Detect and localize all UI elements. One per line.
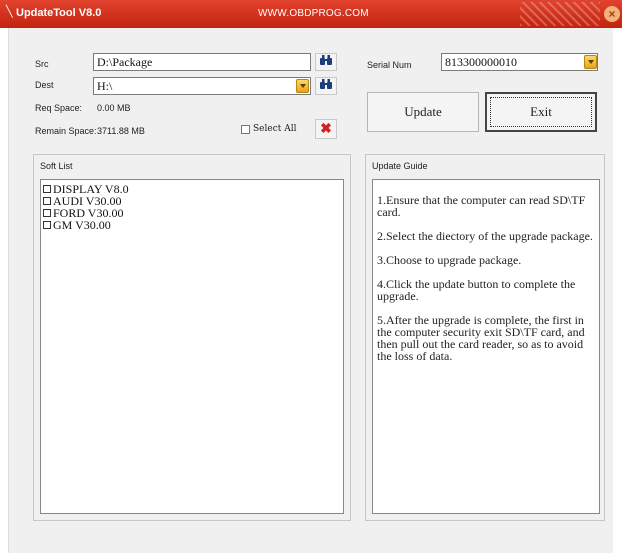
guide-step: 3.Choose to upgrade package. <box>377 253 522 267</box>
dest-label: Dest <box>35 80 54 90</box>
guide-step: 5.After the upgrade is complete, the fir… <box>377 313 585 363</box>
list-item-label: GM V30.00 <box>53 218 111 232</box>
src-label: Src <box>35 59 49 69</box>
serial-num-value: 813300000010 <box>445 55 517 69</box>
titlebar-decoration <box>520 2 600 26</box>
list-item-checkbox[interactable] <box>43 209 51 217</box>
client-area: Src D:\Package Dest H:\ Req Space: 0.00 … <box>8 28 613 553</box>
update-guide-panel: Update Guide 1.Ensure that the computer … <box>365 154 605 521</box>
list-item-checkbox[interactable] <box>43 221 51 229</box>
update-tool-window: ╲ UpdateTool V8.0 WWW.OBDPROG.COM × Src … <box>0 0 622 553</box>
window-title: UpdateTool V8.0 <box>16 7 102 19</box>
red-x-icon: ✖ <box>320 120 332 136</box>
soft-list-panel: Soft List DISPLAY V8.0 AUDI V30.00 FORD … <box>33 154 351 521</box>
select-all-label[interactable]: Select All <box>253 124 296 134</box>
close-button[interactable]: × <box>604 6 620 22</box>
serial-num-label: Serial Num <box>367 60 412 70</box>
clear-button[interactable]: ✖ <box>315 119 337 139</box>
guide-step: 1.Ensure that the computer can read SD\T… <box>377 193 586 219</box>
remain-space-value: 3711.88 MB <box>97 126 145 136</box>
soft-list-box[interactable]: DISPLAY V8.0 AUDI V30.00 FORD V30.00 GM … <box>40 179 344 514</box>
title-url: WWW.OBDPROG.COM <box>258 8 369 19</box>
serial-num-select[interactable]: 813300000010 <box>441 53 598 71</box>
list-item-checkbox[interactable] <box>43 197 51 205</box>
guide-step: 2.Select the diectory of the upgrade pac… <box>377 229 593 243</box>
app-icon: ╲ <box>6 6 13 18</box>
update-guide-title: Update Guide <box>372 161 428 171</box>
dest-browse-button[interactable] <box>315 77 337 95</box>
chevron-down-icon[interactable] <box>296 79 309 93</box>
dest-value: H:\ <box>97 79 113 93</box>
req-space-value: 0.00 MB <box>97 103 131 113</box>
list-item[interactable]: GM V30.00 <box>43 219 343 231</box>
binoculars-icon <box>320 79 332 89</box>
soft-list-title: Soft List <box>40 161 73 171</box>
update-button[interactable]: Update <box>367 92 479 132</box>
src-path-field[interactable]: D:\Package <box>93 53 311 71</box>
list-item-checkbox[interactable] <box>43 185 51 193</box>
src-browse-button[interactable] <box>315 53 337 71</box>
update-guide-text[interactable]: 1.Ensure that the computer can read SD\T… <box>372 179 600 514</box>
remain-space-label: Remain Space: <box>35 126 97 136</box>
select-all-checkbox[interactable] <box>241 125 250 134</box>
title-bar[interactable]: ╲ UpdateTool V8.0 WWW.OBDPROG.COM × <box>0 0 622 28</box>
exit-button[interactable]: Exit <box>485 92 597 132</box>
guide-step: 4.Click the update button to complete th… <box>377 277 576 303</box>
chevron-down-icon[interactable] <box>584 55 597 69</box>
dest-select[interactable]: H:\ <box>93 77 311 95</box>
binoculars-icon <box>320 55 332 65</box>
req-space-label: Req Space: <box>35 103 83 113</box>
